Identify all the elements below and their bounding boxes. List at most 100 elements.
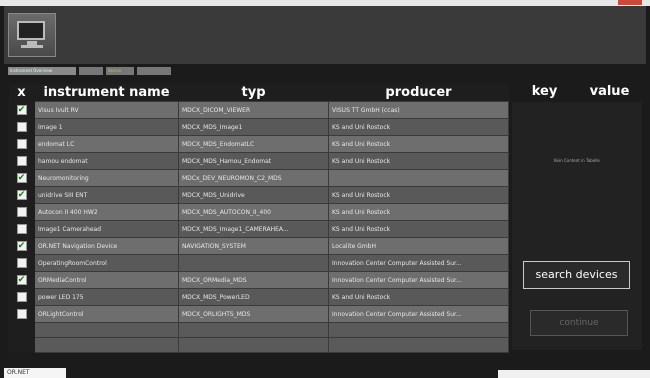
row-checkbox[interactable]: ✔: [16, 173, 27, 183]
header-typ[interactable]: typ: [178, 84, 329, 102]
cell-producer: KS and Uni Rostock: [328, 288, 509, 306]
table-row[interactable]: ✔ unidrive SIII ENT MDCX_MDS_Unidrive KS an…: [8, 186, 509, 204]
cell-producer: [328, 169, 509, 187]
cell-producer: Localite GmbH: [328, 237, 509, 255]
row-select-cell: ✔: [8, 169, 35, 187]
cell-typ: MDCX_ORMedia_MDS: [178, 271, 329, 289]
cell-producer: KS and Uni Rostock: [328, 118, 509, 136]
checkmark-icon: ✔: [17, 241, 26, 251]
table-row[interactable]: Image 1 MDCX_MDS_Image1 KS and Uni Rostock: [8, 118, 509, 136]
taskbar-left-item[interactable]: OR.NET: [4, 368, 66, 378]
checkmark-icon: ✔: [17, 275, 26, 285]
row-checkbox[interactable]: [16, 309, 27, 319]
table-row[interactable]: power LED 175 MDCX_MDS_PowerLED KS and Uni…: [8, 288, 509, 306]
table-row[interactable]: ✔ Visus Ivult RV MDCX_DICOM_VIEWER VISUS TT…: [8, 101, 509, 119]
cell-name: Visus Ivult RV: [34, 101, 179, 119]
table-row[interactable]: ✔ OR.NET Navigation Device NAVIGATION_SYST…: [8, 237, 509, 255]
monitor-icon: [17, 21, 45, 40]
tab-2[interactable]: [79, 67, 103, 75]
table-row[interactable]: ✔ Neuromonitoring MDCx_DEV_NEUROMON_C2_MDS: [8, 169, 509, 187]
empty-cell: [8, 322, 35, 338]
tab-device[interactable]: device: [106, 67, 134, 75]
table-body: ✔ Visus Ivult RV MDCX_DICOM_VIEWER VISUS TT…: [8, 101, 509, 353]
row-checkbox[interactable]: ✔: [16, 241, 27, 251]
row-select-cell: ✔: [8, 237, 35, 255]
table-row[interactable]: OperatingRoomControl Innovation Center Co…: [8, 254, 509, 272]
cell-typ: MDCX_MDS_Hamou_Endomat: [178, 152, 329, 170]
continue-button[interactable]: continue: [530, 310, 628, 336]
empty-cell: [178, 322, 329, 338]
key-header: key: [531, 84, 558, 99]
cell-typ: MDCX_MDS_Image1_CAMERAHEA...: [178, 220, 329, 238]
empty-table-message: Kein Content in Tabelle: [554, 158, 600, 163]
empty-cell: [178, 337, 329, 353]
cell-producer: KS and Uni Rostock: [328, 220, 509, 238]
table-row[interactable]: ✔ ORMediaControl MDCX_ORMedia_MDS Innovatio…: [8, 271, 509, 289]
row-select-cell: [8, 203, 35, 221]
cell-name: power LED 175: [34, 288, 179, 306]
table-row[interactable]: Image1 Camerahead MDCX_MDS_Image1_CAMERAH…: [8, 220, 509, 238]
row-checkbox[interactable]: [16, 156, 27, 166]
cell-name: unidrive SIII ENT: [34, 186, 179, 204]
cell-typ: MDCx_DEV_NEUROMON_C2_MDS: [178, 169, 329, 187]
cell-producer: Innovation Center Computer Assisted Sur.…: [328, 254, 509, 272]
cell-producer: KS and Uni Rostock: [328, 135, 509, 153]
cell-typ: NAVIGATION_SYSTEM: [178, 237, 329, 255]
close-window-button[interactable]: [618, 0, 642, 5]
cell-name: ORMediaControl: [34, 271, 179, 289]
row-checkbox[interactable]: [16, 207, 27, 217]
taskbar-right-item: [498, 370, 650, 378]
cell-producer: Innovation Center Computer Assisted Sur.…: [328, 271, 509, 289]
row-select-cell: [8, 305, 35, 323]
cell-name: OperatingRoomControl: [34, 254, 179, 272]
row-checkbox[interactable]: ✔: [16, 275, 27, 285]
cell-name: hamou endomat: [34, 152, 179, 170]
row-select-cell: ✔: [8, 271, 35, 289]
row-checkbox[interactable]: [16, 122, 27, 132]
row-checkbox[interactable]: ✔: [16, 105, 27, 115]
row-checkbox[interactable]: [16, 224, 27, 234]
search-devices-button[interactable]: search devices: [523, 261, 630, 289]
header-producer[interactable]: producer: [328, 84, 509, 102]
header-instrument-name[interactable]: instrument name: [34, 84, 179, 102]
row-select-cell: [8, 118, 35, 136]
cell-typ: MDCX_DICOM_VIEWER: [178, 101, 329, 119]
cell-producer: KS and Uni Rostock: [328, 186, 509, 204]
checkmark-icon: ✔: [17, 173, 26, 183]
row-checkbox[interactable]: ✔: [16, 190, 27, 200]
row-checkbox[interactable]: [16, 292, 27, 302]
empty-cell: [34, 337, 179, 353]
empty-row: [8, 337, 509, 353]
cell-name: Neuromonitoring: [34, 169, 179, 187]
tab-4[interactable]: [137, 67, 171, 75]
row-select-cell: [8, 288, 35, 306]
table-row[interactable]: ORLightControl MDCX_ORLIGHTS_MDS Innovatio…: [8, 305, 509, 323]
row-select-cell: [8, 152, 35, 170]
cell-typ: MDCX_ORLIGHTS_MDS: [178, 305, 329, 323]
cell-producer: KS and Uni Rostock: [328, 203, 509, 221]
tab-instrument-overview[interactable]: Instrument Overview: [8, 67, 76, 75]
table-header-row: x instrument name typ producer: [8, 84, 509, 102]
empty-row: [8, 322, 509, 338]
header-select: x: [8, 84, 35, 102]
monitor-base: [21, 45, 43, 48]
row-select-cell: ✔: [8, 186, 35, 204]
tab-bar: Instrument Overview device: [8, 67, 171, 77]
value-header: value: [589, 84, 630, 99]
row-checkbox[interactable]: [16, 139, 27, 149]
cell-name: Autocon II 400 HW2: [34, 203, 179, 221]
table-row[interactable]: Autocon II 400 HW2 MDCX_MDS_AUTOCON_II_40…: [8, 203, 509, 221]
cell-typ: [178, 254, 329, 272]
cell-typ: MDCX_MDS_Image1: [178, 118, 329, 136]
table-row[interactable]: endomat LC MDCX_MDS_EndomatLC KS and Uni R…: [8, 135, 509, 153]
table-row[interactable]: hamou endomat MDCX_MDS_Hamou_Endomat KS an…: [8, 152, 509, 170]
empty-cell: [8, 337, 35, 353]
empty-cell: [328, 337, 509, 353]
monitor-app-icon[interactable]: [8, 13, 56, 57]
cell-typ: MDCX_MDS_Unidrive: [178, 186, 329, 204]
checkmark-icon: ✔: [17, 190, 26, 200]
row-checkbox[interactable]: [16, 258, 27, 268]
cell-producer: Innovation Center Computer Assisted Sur.…: [328, 305, 509, 323]
cell-producer: KS and Uni Rostock: [328, 152, 509, 170]
cell-typ: MDCX_MDS_AUTOCON_II_400: [178, 203, 329, 221]
